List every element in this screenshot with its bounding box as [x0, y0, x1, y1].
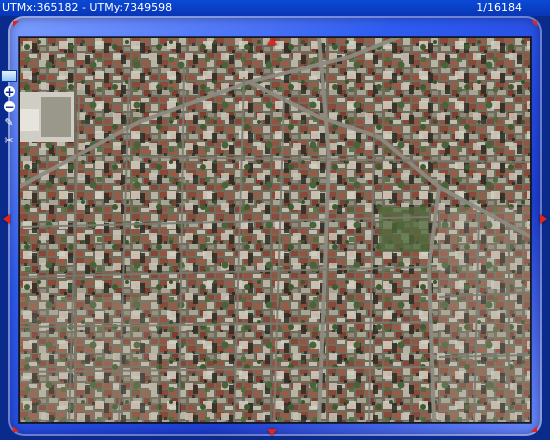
pan-left-arrow-icon[interactable] [3, 214, 10, 224]
status-bar: UTMx:365182 - UTMy:7349598 1/16184 [0, 0, 550, 16]
pan-up-arrow-icon[interactable] [267, 38, 277, 45]
aerial-map[interactable] [19, 37, 531, 423]
zoom-out-icon[interactable]: − [4, 101, 15, 113]
measure-icon[interactable]: ✂ [2, 134, 16, 148]
pan-down-arrow-icon[interactable] [267, 429, 277, 436]
layers-icon[interactable] [1, 70, 17, 82]
map-viewer: UTMx:365182 - UTMy:7349598 1/16184 + − ✎… [0, 0, 550, 440]
corner-marker-bottom-left [13, 426, 19, 432]
pan-right-arrow-icon[interactable] [540, 214, 547, 224]
aerial-imagery [19, 37, 531, 423]
map-scale: 1/16184 [476, 1, 522, 14]
utm-coordinates: UTMx:365182 - UTMy:7349598 [2, 1, 173, 14]
corner-marker-bottom-right [531, 426, 537, 432]
zoom-in-icon[interactable]: + [4, 86, 15, 98]
corner-marker-top-right [531, 21, 537, 27]
map-toolbar: + − ✎ ✂ [1, 70, 17, 152]
pencil-icon[interactable]: ✎ [2, 116, 16, 130]
corner-marker-top-left [13, 21, 19, 27]
